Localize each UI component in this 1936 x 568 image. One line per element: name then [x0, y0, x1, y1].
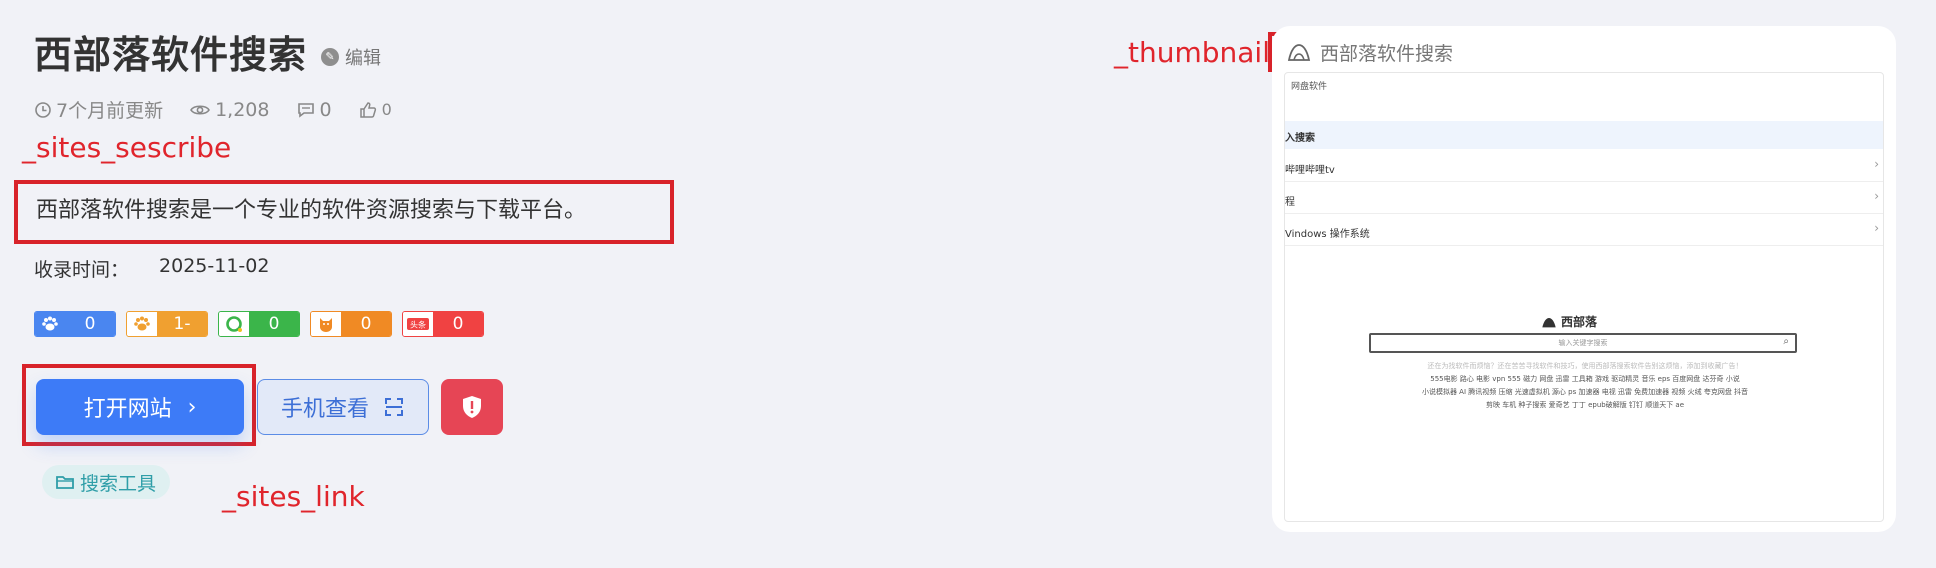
link-annotation: _sites_link — [222, 480, 365, 513]
preview-header: 西部落软件搜索 — [1284, 38, 1453, 66]
mobile-view-button[interactable]: 手机查看 — [257, 379, 429, 435]
edit-label: 编辑 — [345, 47, 382, 69]
site-description: 西部落软件搜索是一个专业的软件资源搜索与下载平台。 — [36, 198, 587, 223]
screenshot-highlight-row — [1285, 121, 1883, 149]
likes-count: 0 — [381, 100, 392, 119]
pencil-icon: ✎ — [321, 47, 340, 66]
screenshot-search-box: 输入关键字搜索 ⌕ — [1369, 333, 1797, 353]
comments-count: 0 — [319, 98, 332, 121]
screenshot-row: 程 — [1285, 197, 1295, 208]
clock-icon — [35, 101, 51, 118]
thumbnail-annotation: _thumbnail — [1114, 36, 1270, 69]
collect-label: 收录时间： — [34, 259, 130, 281]
screenshot-brand-name: 西部落 — [1561, 315, 1598, 329]
comment-icon — [297, 102, 314, 118]
screenshot-search-placeholder: 输入关键字搜索 — [1558, 339, 1608, 347]
baidu-rank: 0 — [65, 312, 115, 336]
open-site-button[interactable]: 打开网站 › — [36, 379, 244, 435]
scan-icon — [385, 398, 403, 416]
chevron-right-icon: › — [1874, 157, 1879, 171]
screenshot-tip: 还在为找软件而烦恼？还在苦苦寻找软件和技巧，使用西部落搜索软件告别这烦恼，添加到… — [1427, 362, 1743, 370]
likes-meta[interactable]: 0 — [358, 100, 392, 119]
category-tag-label: 搜索工具 — [80, 472, 157, 495]
title-row: 西部落软件搜索 ✎ 编辑 — [34, 24, 381, 79]
site-logo-icon — [1542, 317, 1556, 327]
toutiao-badge[interactable]: 头条 0 — [402, 311, 484, 337]
search-icon: ⌕ — [1783, 336, 1789, 347]
baidu-mobile-paw-icon — [127, 312, 157, 336]
baidu-badge[interactable]: 0 — [34, 311, 116, 337]
baidu-mobile-badge[interactable]: 1- — [126, 311, 208, 337]
360-search-icon — [219, 312, 249, 336]
divider — [1285, 245, 1883, 246]
preview-site-name: 西部落软件搜索 — [1320, 42, 1454, 65]
page-title: 西部落软件搜索 — [34, 33, 308, 77]
so360-badge[interactable]: 0 — [218, 311, 300, 337]
toutiao-icon: 头条 — [403, 312, 433, 336]
screenshot-brand: 西部落 — [1541, 313, 1597, 330]
site-logo-icon — [1284, 38, 1314, 66]
views-meta: 1,208 — [189, 98, 270, 121]
chevron-right-icon: › — [1874, 189, 1879, 203]
chevron-right-icon: › — [1874, 221, 1879, 235]
screenshot-row: Vindows 操作系统 — [1285, 229, 1370, 240]
updated-meta: 7个月前更新 — [34, 96, 163, 123]
folder-icon — [56, 476, 74, 489]
meta-row: 7个月前更新 1,208 0 0 — [34, 96, 418, 123]
thumbs-up-icon — [359, 101, 376, 118]
describe-annotation: _sites_sescribe — [22, 131, 232, 164]
screenshot-tab: 网盘软件 — [1291, 82, 1328, 92]
baidu-paw-icon — [35, 312, 65, 336]
preview-card: 西部落软件搜索 网盘软件 入搜索 哔哩哔哩tv › 程 › Vindows 操作… — [1272, 26, 1896, 532]
svg-text:头条: 头条 — [410, 320, 426, 330]
updated-text: 7个月前更新 — [56, 100, 164, 122]
eye-icon — [190, 104, 211, 115]
category-tag[interactable]: 搜索工具 — [42, 465, 171, 499]
sogou-rank: 0 — [341, 312, 391, 336]
views-count: 1,208 — [215, 98, 270, 121]
collect-time: 收录时间： 2025-11-02 — [34, 255, 269, 282]
report-button[interactable] — [441, 379, 503, 435]
screenshot-links-line: 555电影 路心 电影 vpn 555 磁力 网盘 迅雷 工具箱 游戏 驱动精灵… — [1430, 375, 1740, 383]
sogou-badge[interactable]: 0 — [310, 311, 392, 337]
shield-alert-icon — [463, 396, 481, 418]
comments-meta[interactable]: 0 — [296, 99, 332, 121]
toutiao-rank: 0 — [433, 312, 483, 336]
collect-date: 2025-11-02 — [159, 255, 270, 277]
sogou-icon — [311, 312, 341, 336]
screenshot-links-line: 小说模拟器 AI 腾讯视频 压缩 光速虚拟机 源心 ps 加速器 电视 迅雷 免… — [1421, 388, 1749, 396]
site-screenshot-thumbnail[interactable]: 网盘软件 入搜索 哔哩哔哩tv › 程 › Vindows 操作系统 › 西部落… — [1284, 72, 1884, 522]
edit-link[interactable]: ✎ 编辑 — [321, 44, 381, 70]
baidu-mobile-rank: 1- — [157, 312, 207, 336]
open-site-label: 打开网站 — [83, 397, 172, 422]
seo-badges: 0 1- 0 0 头条 0 — [34, 311, 494, 337]
screenshot-links-line: 剪映 车机 种子搜索 爱奇艺 丁丁 epub破解版 钉钉 顺道天下 ae — [1485, 401, 1685, 409]
screenshot-row: 哔哩哔哩tv — [1285, 165, 1335, 176]
divider — [1285, 181, 1883, 182]
so360-rank: 0 — [249, 312, 299, 336]
screenshot-row: 入搜索 — [1285, 133, 1315, 144]
divider — [1285, 213, 1883, 214]
chevron-right-icon: › — [187, 394, 197, 420]
mobile-view-label: 手机查看 — [280, 397, 369, 422]
